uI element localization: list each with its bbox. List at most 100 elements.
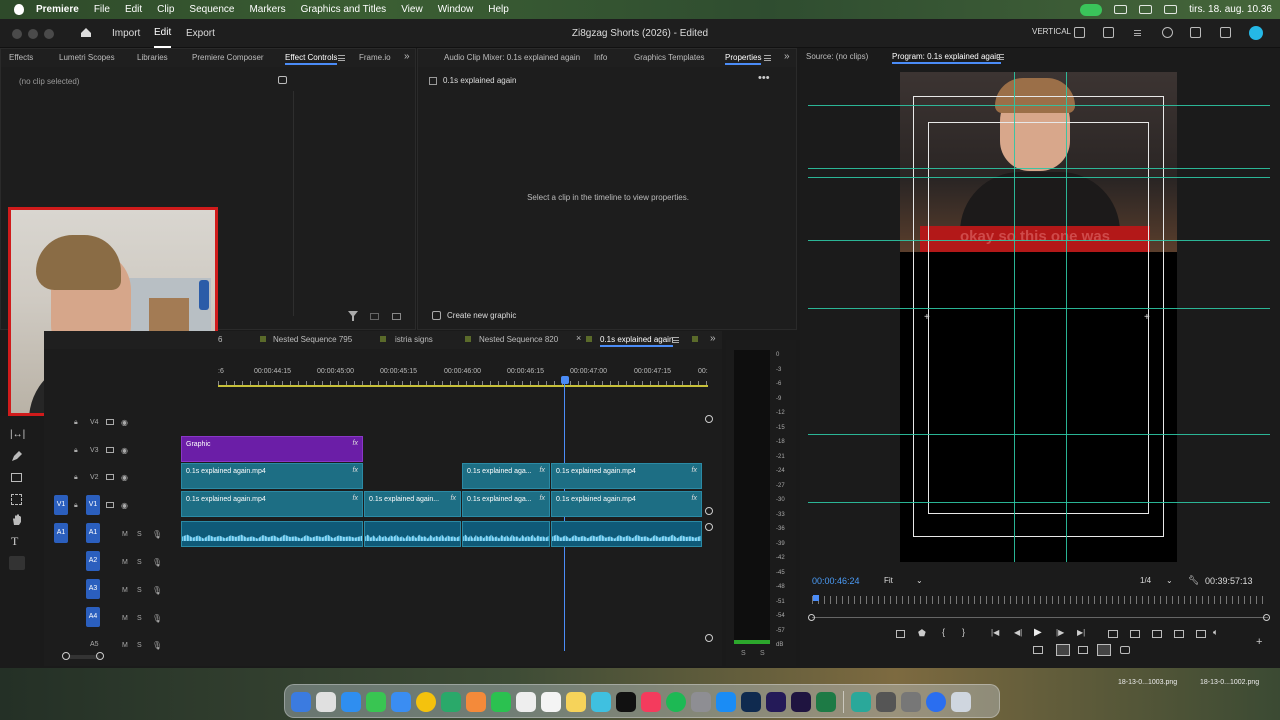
solo-button[interactable]: S <box>137 531 142 538</box>
video-clip-v2[interactable]: 0.1s explained aga... fx <box>462 463 550 489</box>
menu-app-name[interactable]: Premiere <box>36 4 79 15</box>
solo-right[interactable]: S <box>760 650 765 657</box>
excel-icon[interactable] <box>816 692 836 712</box>
create-graphic-icon[interactable] <box>432 311 441 320</box>
speaker-icon[interactable] <box>1190 27 1201 38</box>
tab-nested-sequence-820[interactable]: Nested Sequence 820 <box>479 335 558 344</box>
camera-icon[interactable] <box>1120 646 1130 654</box>
close-tab-icon[interactable]: × <box>576 333 581 343</box>
share-icon[interactable] <box>1103 27 1114 38</box>
tab-graphics-templates[interactable]: Graphics Templates <box>634 53 705 62</box>
menu-view[interactable]: View <box>401 4 423 15</box>
workspaces-menu-icon[interactable] <box>1134 30 1141 36</box>
video-clip-v2[interactable]: 0.1s explained again.mp4 fx <box>551 463 702 489</box>
safari-icon[interactable] <box>341 692 361 712</box>
screen-recorder-icon[interactable] <box>851 692 871 712</box>
mic-icon[interactable]: 🎙︎ <box>152 641 162 650</box>
tab-info[interactable]: Info <box>594 53 607 62</box>
eye-icon[interactable]: ◉ <box>121 418 128 427</box>
go-to-in-icon[interactable]: |◀ <box>991 628 999 637</box>
extract-icon[interactable] <box>1130 630 1140 638</box>
tab-active-sequence[interactable]: 0.1s explained again <box>600 335 674 347</box>
overflow-chevron-icon[interactable]: » <box>404 51 410 62</box>
proxy-toggle-icon[interactable] <box>1196 630 1206 638</box>
sync-lock-icon[interactable] <box>106 474 114 480</box>
guide-line[interactable] <box>808 502 1270 503</box>
monitor-ruler[interactable] <box>812 596 1267 604</box>
source-patch-a1[interactable]: A1 <box>54 523 68 543</box>
downloads-icon[interactable] <box>901 692 921 712</box>
video-clip-v2[interactable]: 0.1s explained again.mp4 fx <box>181 463 363 489</box>
tab-frame-io[interactable]: Frame.io <box>359 53 391 62</box>
vertical-zoom-handle[interactable] <box>705 523 713 531</box>
guide-line[interactable] <box>808 177 1270 178</box>
menu-window[interactable]: Window <box>438 4 474 15</box>
solo-button[interactable]: S <box>137 615 142 622</box>
create-new-graphic-button[interactable]: Create new graphic <box>447 311 516 320</box>
solo-button[interactable]: S <box>137 587 142 594</box>
track-target-v1[interactable]: V1 <box>86 495 100 515</box>
audio-clip-a1[interactable] <box>364 521 461 547</box>
more-options-icon[interactable]: ••• <box>758 72 770 84</box>
guide-line[interactable] <box>808 434 1270 435</box>
video-clip-v1[interactable]: 0.1s explained again.mp4 fx <box>181 491 363 517</box>
battery-icon[interactable] <box>1114 5 1128 14</box>
lock-icon[interactable]: 🔒︎ <box>74 419 78 427</box>
playhead-handle[interactable] <box>561 376 569 384</box>
tab-audio-clip-mixer[interactable]: Audio Clip Mixer: 0.1s explained again <box>444 53 580 62</box>
time-ruler[interactable]: :6 00:00:44:15 00:00:45:00 00:00:45:15 0… <box>218 363 708 387</box>
guide-line[interactable] <box>808 105 1270 106</box>
monitor-scrollbar[interactable] <box>812 617 1268 618</box>
after-effects-icon[interactable] <box>791 692 811 712</box>
menu-help[interactable]: Help <box>488 4 509 15</box>
add-button-icon[interactable]: + <box>1256 636 1262 648</box>
zoom-handle-left[interactable] <box>62 652 70 660</box>
menu-graphics-titles[interactable]: Graphics and Titles <box>301 4 387 15</box>
zoom-level-select[interactable]: Fit <box>884 576 893 585</box>
toggle-timeline-icon[interactable] <box>278 76 287 84</box>
zoom-handle-right[interactable] <box>96 652 104 660</box>
clock[interactable]: tirs. 18. aug. 10.36 <box>1189 4 1272 15</box>
premiere-icon[interactable] <box>766 692 786 712</box>
mic-icon[interactable]: 🎙︎ <box>152 586 162 595</box>
freeform-icon[interactable] <box>591 692 611 712</box>
chrome-icon[interactable] <box>416 692 436 712</box>
desktop-file-label[interactable]: 18-13-0...1002.png <box>1200 679 1259 686</box>
appletv-icon[interactable] <box>616 692 636 712</box>
chevron-down-icon[interactable]: ⌄ <box>1166 576 1173 585</box>
audio-clip-a1[interactable] <box>181 521 363 547</box>
volume-icon[interactable]: 🔈︎ <box>1213 627 1218 638</box>
tab-lumetri-scopes[interactable]: Lumetri Scopes <box>59 53 115 62</box>
search-icon[interactable] <box>1162 27 1173 38</box>
play-audio-icon[interactable] <box>370 313 379 320</box>
menu-sequence[interactable]: Sequence <box>189 4 234 15</box>
solo-button[interactable]: S <box>137 559 142 566</box>
notes-icon[interactable] <box>566 692 586 712</box>
eye-icon[interactable]: ◉ <box>121 446 128 455</box>
facetime-icon[interactable] <box>491 692 511 712</box>
mark-out-icon[interactable]: } <box>962 627 965 637</box>
messages-icon[interactable] <box>366 692 386 712</box>
workspace-layout-label[interactable]: VERTICAL <box>1032 27 1071 36</box>
go-to-out-icon[interactable]: ▶| <box>1077 628 1085 637</box>
monitor-playhead[interactable] <box>813 595 819 601</box>
mic-icon[interactable]: 🎙︎ <box>152 614 162 623</box>
track-target-a2[interactable]: A2 <box>86 551 100 571</box>
mute-button[interactable]: M <box>122 642 128 649</box>
mute-button[interactable]: M <box>122 531 128 538</box>
menu-file[interactable]: File <box>94 4 110 15</box>
multi-camera-icon[interactable] <box>1033 646 1043 654</box>
filter-icon[interactable] <box>348 311 358 321</box>
monitor-zoom-handle[interactable] <box>808 614 815 621</box>
video-clip-v1[interactable]: 0.1s explained again... fx <box>364 491 461 517</box>
guide-line[interactable] <box>808 168 1270 169</box>
audio-clip-a1[interactable] <box>462 521 550 547</box>
sync-lock-icon[interactable] <box>106 419 114 425</box>
remove-effect-icon[interactable] <box>896 630 905 638</box>
comparison-view-icon[interactable] <box>1174 630 1184 638</box>
mail-icon[interactable] <box>391 692 411 712</box>
source-patch-v1[interactable]: V1 <box>54 495 68 515</box>
export-frame-icon[interactable] <box>1152 630 1162 638</box>
mic-icon[interactable]: 🎙︎ <box>152 558 162 567</box>
properties-menu-icon[interactable] <box>764 55 771 61</box>
